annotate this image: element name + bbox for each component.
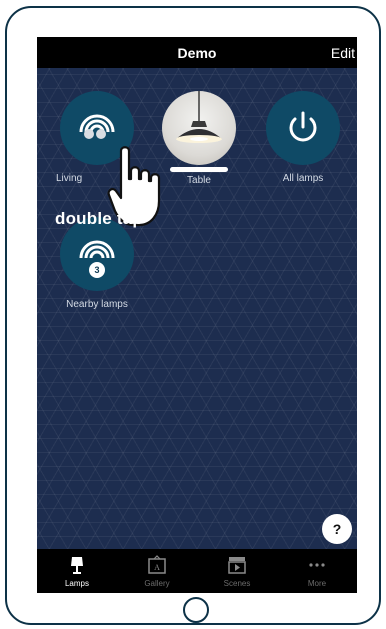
tile-label-all-lamps: All lamps: [282, 173, 324, 184]
tab-gallery[interactable]: A Gallery: [117, 549, 197, 593]
tab-label-lamps: Lamps: [64, 579, 89, 588]
tab-lamps[interactable]: Lamps: [37, 549, 117, 593]
svg-text:A: A: [154, 563, 160, 572]
tab-label-scenes: Scenes: [223, 579, 251, 588]
tab-bar: Lamps A Gallery Scenes More: [37, 549, 357, 593]
nearby-count-badge: 3: [89, 262, 105, 278]
power-icon: [289, 111, 317, 142]
home-button[interactable]: [183, 597, 209, 623]
tile-table[interactable]: Table: [155, 91, 243, 186]
wifi-lamp-icon: [79, 114, 115, 139]
tile-all-lamps[interactable]: All lamps: [259, 91, 347, 184]
tab-label-gallery: Gallery: [144, 579, 170, 588]
tab-more[interactable]: More: [277, 549, 357, 593]
gallery-icon: A: [148, 555, 166, 574]
pendant-lamp-photo: [162, 91, 236, 165]
all-lamps-circle: [266, 91, 340, 165]
help-button[interactable]: ?: [322, 514, 352, 544]
gesture-hint: double tap: [55, 209, 143, 228]
tile-label-table: Table: [187, 175, 211, 186]
page-title: Demo: [177, 45, 217, 61]
clapperboard-icon: [228, 557, 246, 574]
tab-scenes[interactable]: Scenes: [197, 549, 277, 593]
more-dots-icon: [309, 563, 325, 567]
selected-indicator: [170, 167, 228, 172]
lamp-icon: [71, 557, 83, 574]
app-screen: Demo Edit Living Table All lamps 3 Nearb…: [37, 37, 357, 593]
tile-label-nearby-lamps: Nearby lamps: [66, 299, 128, 310]
navigation-bar: Demo Edit: [37, 37, 357, 68]
tab-label-more: More: [307, 579, 327, 588]
edit-button[interactable]: Edit: [331, 45, 355, 61]
